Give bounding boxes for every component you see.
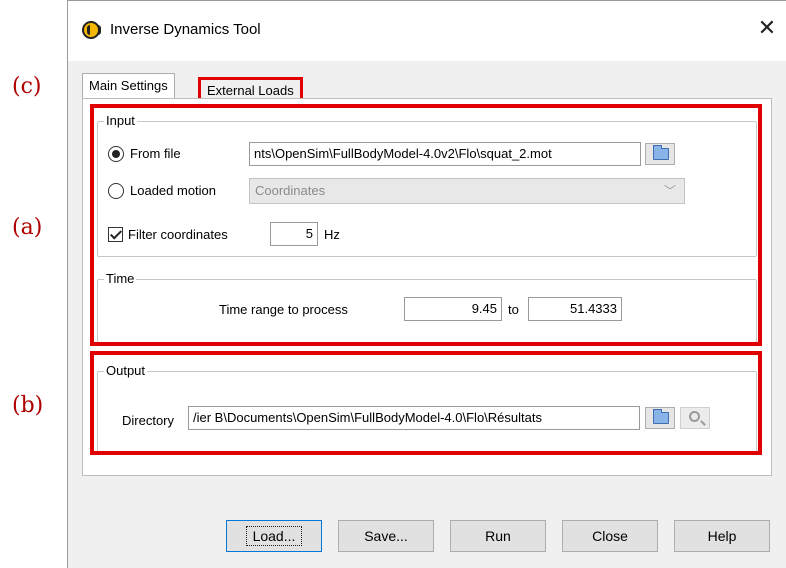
opensim-icon [82,21,101,39]
highlight-box-b [90,351,762,455]
window-title: Inverse Dynamics Tool [110,21,261,38]
tab-main-settings[interactable]: Main Settings [82,73,175,99]
close-button[interactable]: Close [562,520,658,552]
highlight-box-a [90,104,762,346]
close-icon[interactable]: ✕ [753,15,781,43]
annotation-label-b: (b) [12,393,44,418]
dialog-window: Inverse Dynamics Tool ✕ Main Settings Ex… [67,0,786,568]
load-button[interactable]: Load... [226,520,322,552]
title-bar: Inverse Dynamics Tool ✕ [68,1,786,61]
save-button[interactable]: Save... [338,520,434,552]
run-button[interactable]: Run [450,520,546,552]
annotation-label-a: (a) [12,215,43,240]
annotation-label-c: (c) [12,74,42,99]
help-button[interactable]: Help [674,520,770,552]
